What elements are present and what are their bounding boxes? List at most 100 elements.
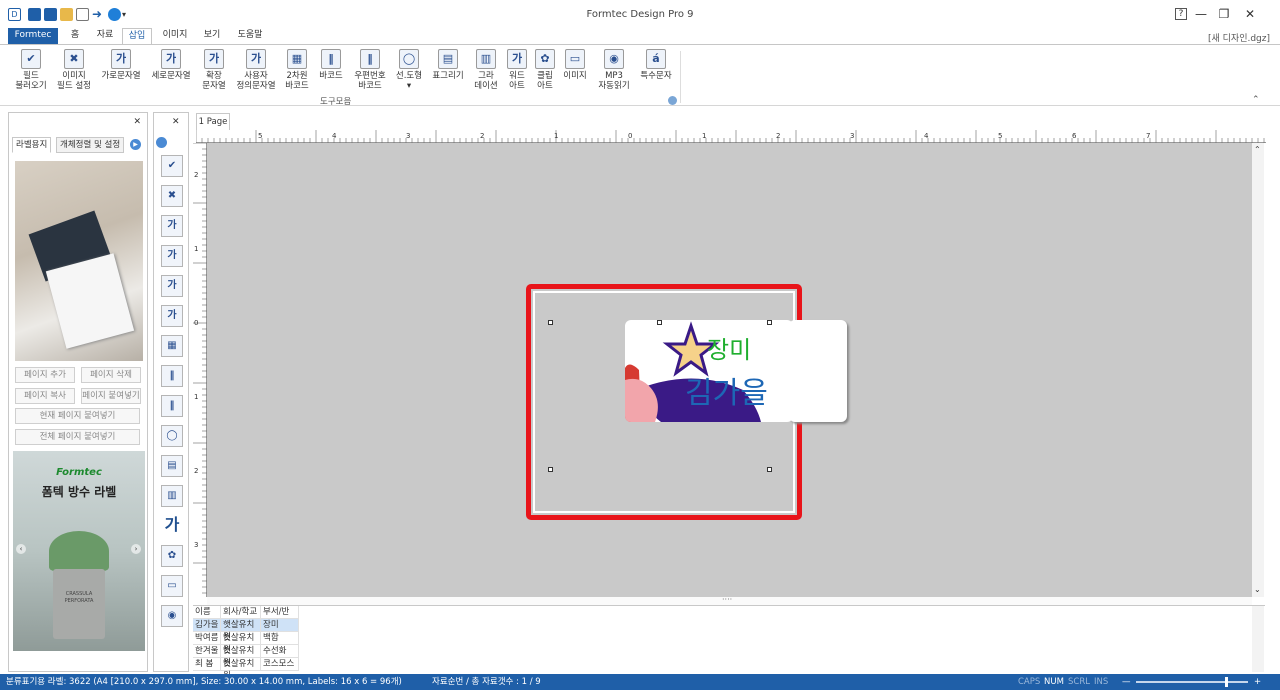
close-tool-panel-icon[interactable]: ✕ (172, 117, 180, 127)
grid-header-company[interactable]: 회사/학교 (221, 606, 261, 619)
label-card[interactable]: 장미 김가을 (625, 320, 793, 422)
paste-current-page-button[interactable]: 현재 페이지 붙여넣기 (15, 408, 140, 424)
grid-cell[interactable]: 최 봄 (193, 658, 221, 671)
image-icon: ▭ (565, 49, 585, 69)
grid-cell[interactable]: 한겨울 (193, 645, 221, 658)
close-button[interactable]: ✕ (1242, 6, 1258, 22)
close-panel-icon[interactable]: ✕ (133, 117, 141, 127)
minimize-button[interactable]: — (1193, 6, 1209, 22)
extended-text-button[interactable]: 가 확장 문자열 (198, 49, 230, 91)
scroll-down-icon[interactable]: ⌄ (1254, 585, 1261, 594)
image-button[interactable]: ▭ 이미지 (561, 49, 589, 81)
postal-barcode-button[interactable]: ‖ 우편번호 바코드 (350, 49, 390, 91)
paste-page-button[interactable]: 페이지 붙여넣기 (81, 388, 141, 404)
tab-help[interactable]: 도움말 (232, 28, 268, 44)
mp3-icon[interactable]: ◉ (161, 605, 183, 627)
zoom-slider[interactable] (1136, 681, 1248, 683)
field-load-icon[interactable]: ✔ (161, 155, 183, 177)
tab-scroll-icon[interactable]: ▶ (130, 139, 141, 150)
vertical-text-icon[interactable]: 가 (161, 245, 183, 267)
collapse-ribbon-icon[interactable]: ⌃ (1252, 95, 1260, 105)
table-button[interactable]: ▤ 표그리기 (430, 49, 466, 81)
scroll-up-icon[interactable]: ⌃ (1254, 145, 1261, 154)
help-button[interactable]: ? (1175, 8, 1187, 20)
barcode-button[interactable]: ‖ 바코드 (316, 49, 346, 81)
window-title: Formtec Design Pro 9 (586, 9, 694, 20)
add-page-button[interactable]: 페이지 추가 (15, 367, 75, 383)
group-options-icon[interactable] (668, 96, 677, 105)
ad-banner[interactable]: Formtec 폼텍 방수 라벨 CRASSULA PERFORATA ‹ › (13, 451, 145, 651)
qr-code-icon[interactable]: ▦ (161, 335, 183, 357)
grid-cell[interactable]: 햇살유치원 (221, 619, 261, 642)
wordart-icon[interactable]: 가 (161, 515, 183, 537)
field-load-button[interactable]: ✔ 필드 불러오기 (12, 49, 50, 91)
qr-code-button[interactable]: ▦ 2차원 바코드 (282, 49, 312, 91)
grid-cell[interactable]: 수선화 (261, 645, 299, 658)
ad-headline: 폼텍 방수 라벨 (41, 485, 117, 499)
grid-cell[interactable]: 백합 (261, 632, 299, 645)
postal-barcode-icon[interactable]: ‖ (161, 395, 183, 417)
tab-object-align[interactable]: 개체정렬 및 설정 (56, 137, 125, 153)
resize-handle-tr[interactable] (767, 320, 772, 325)
grid-header-name[interactable]: 이름 (193, 606, 221, 619)
wordart-button[interactable]: 가 워드 아트 (504, 49, 530, 91)
clipart-button[interactable]: ✿ 클립 아트 (532, 49, 558, 91)
horizontal-text-button[interactable]: 가 가로문자열 (98, 49, 144, 81)
gradation-icon[interactable]: ▥ (161, 485, 183, 507)
vertical-scrollbar[interactable]: ⌃ ⌄ (1252, 143, 1264, 597)
shape-icon: ◯ (399, 49, 419, 69)
zoom-slider-thumb[interactable] (1225, 677, 1228, 687)
page-tab[interactable]: 1 Page (196, 113, 230, 130)
status-record: 자료순번 / 총 자료갯수 : 1 / 9 (432, 677, 541, 687)
zoom-in-button[interactable]: + (1254, 674, 1261, 690)
custom-text-icon[interactable]: 가 (161, 305, 183, 327)
label-class-text[interactable]: 장미 (707, 330, 751, 365)
tab-view[interactable]: 보기 (198, 28, 226, 44)
table-icon[interactable]: ▤ (161, 455, 183, 477)
horizontal-text-icon[interactable]: 가 (161, 215, 183, 237)
custom-text-button[interactable]: 가 사용자 정의문자열 (234, 49, 278, 91)
resize-handle-br[interactable] (767, 467, 772, 472)
copy-page-button[interactable]: 페이지 복사 (15, 388, 75, 404)
tab-insert[interactable]: 삽입 (122, 28, 152, 44)
restore-button[interactable]: ❐ (1216, 6, 1232, 22)
grid-scrollbar[interactable] (1252, 606, 1264, 672)
tab-label-paper[interactable]: 라벨용지 (12, 137, 52, 153)
grid-cell[interactable]: 코스모스 (261, 658, 299, 671)
resize-handle-bl[interactable] (548, 467, 553, 472)
grid-cell[interactable]: 박여름 (193, 632, 221, 645)
image-field-button[interactable]: ✖ 이미지 필드 설정 (54, 49, 94, 91)
label-name-text[interactable]: 김가을 (685, 368, 768, 412)
ad-next-icon[interactable]: › (131, 544, 141, 554)
clipart-icon[interactable]: ✿ (161, 545, 183, 567)
ad-prev-icon[interactable]: ‹ (16, 544, 26, 554)
grid-header-dept[interactable]: 부서/반 (261, 606, 299, 619)
vertical-text-button[interactable]: 가 세로문자열 (148, 49, 194, 81)
tab-home[interactable]: 홈 (64, 28, 86, 44)
zoom-out-button[interactable]: — (1122, 674, 1131, 690)
shape-icon[interactable]: ◯ (161, 425, 183, 447)
resize-handle-tl[interactable] (548, 320, 553, 325)
shape-button[interactable]: ◯ 선.도형 ▾ (394, 49, 424, 91)
grid-cell[interactable]: 김가을 (193, 619, 221, 632)
grid-cell[interactable]: 햇살유치원 (221, 658, 261, 681)
paste-all-pages-button[interactable]: 전체 페이지 붙여넣기 (15, 429, 140, 445)
tab-data[interactable]: 자료 (92, 28, 118, 44)
image-field-icon[interactable]: ✖ (161, 185, 183, 207)
delete-page-button[interactable]: 페이지 삭제 (81, 367, 141, 383)
splitter-grip-icon[interactable]: ···· (722, 595, 732, 604)
extended-text-icon[interactable]: 가 (161, 275, 183, 297)
gradation-button[interactable]: ▥ 그라 데이션 (472, 49, 500, 91)
grid-cell[interactable]: 햇살유치원 (221, 632, 261, 655)
grid-cell[interactable]: 장미 (261, 619, 299, 632)
special-char-button[interactable]: á 특수문자 (638, 49, 674, 81)
tab-image[interactable]: 이미지 (158, 28, 192, 44)
image-icon[interactable]: ▭ (161, 575, 183, 597)
tab-formtec[interactable]: Formtec (8, 28, 58, 44)
resize-handle-tm[interactable] (657, 320, 662, 325)
tool-panel-toggle-icon[interactable] (156, 137, 167, 148)
data-grid[interactable]: 이름 회사/학교 부서/반 김가을 햇살유치원 장미 박여름 햇살유치원 백합 … (193, 605, 1265, 681)
grid-cell[interactable]: 햇살유치원 (221, 645, 261, 668)
barcode-icon[interactable]: ‖ (161, 365, 183, 387)
mp3-button[interactable]: ◉ MP3 자동읽기 (594, 49, 634, 91)
